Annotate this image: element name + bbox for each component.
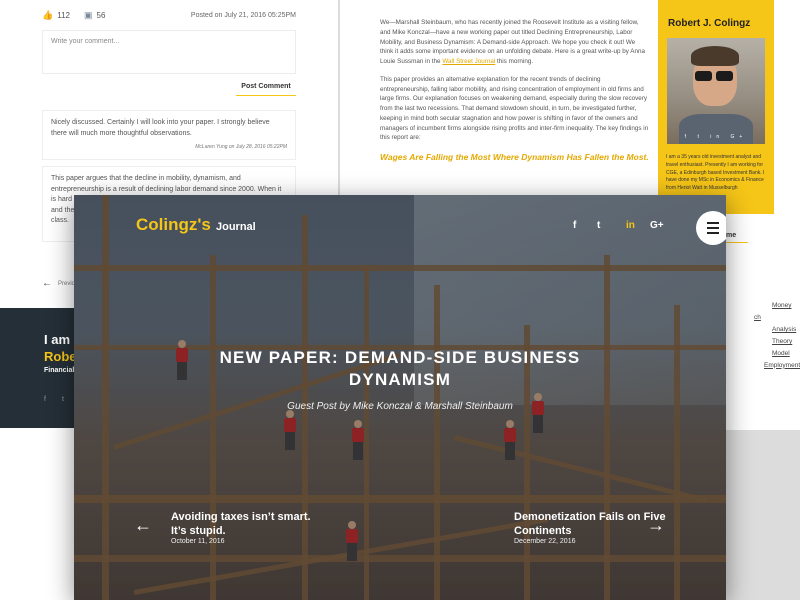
menu-button[interactable] [696, 211, 726, 245]
profile-social-icons[interactable]: f t in G+ [667, 134, 765, 140]
comment-input[interactable]: Write your comment... [42, 30, 296, 74]
site-logo-sub[interactable]: Journal [216, 221, 256, 233]
prev-title-line: Avoiding taxes isn’t smart. [171, 511, 311, 523]
arrow-left-icon[interactable]: ← [134, 516, 152, 534]
sidebar-heading-underline [726, 242, 748, 243]
next-title-line: Continents [514, 524, 572, 537]
prev-title-line: It’s stupid. [171, 524, 226, 537]
next-post-title[interactable]: Demonetization Fails on Five Continents [514, 511, 666, 539]
author-photo: f t in G+ [667, 38, 765, 144]
sidebar-heading: me [726, 232, 737, 239]
comment-item: Nicely discussed. Certainly I will look … [42, 110, 296, 160]
wsj-link[interactable]: Wall Street Journal [442, 58, 495, 65]
post-title: New Paper: Demand-side Business Dynamism [219, 348, 581, 390]
category-item[interactable]: ch [754, 312, 800, 324]
facebook-icon[interactable]: f [44, 396, 46, 403]
site-logo[interactable]: Colingz's [136, 215, 211, 235]
posted-date: Posted on July 21, 2016 05:25PM [190, 11, 296, 19]
menu-icon [707, 222, 719, 224]
like-count: 112 [57, 10, 70, 20]
footer-iam: I am [44, 332, 71, 347]
linkedin-icon[interactable]: in [626, 220, 635, 231]
paragraph-text: this morning. [495, 58, 534, 65]
arrow-left-icon: ← [42, 278, 52, 289]
twitter-icon[interactable]: t [62, 396, 64, 403]
previous-post-date: October 11, 2016 [171, 538, 225, 545]
twitter-icon[interactable]: t [597, 220, 600, 231]
category-item[interactable]: Theory [772, 336, 800, 348]
post-subtitle: Guest Post by Mike Konczal & Marshall St… [287, 401, 513, 412]
article-paragraph: This paper provides an alternative expla… [380, 75, 649, 142]
category-item[interactable]: Employment [764, 360, 800, 372]
footer-role: Financial [44, 367, 75, 374]
comment-text: Nicely discussed. Certainly I will look … [51, 119, 270, 137]
comment-byline: McLaren Yung on July 28, 2016 05:22PM [195, 144, 287, 150]
article-paragraph: We—Marshall Steinbaum, who has recently … [380, 18, 650, 67]
thumbs-up-icon[interactable]: 👍 [42, 10, 53, 21]
hero-banner: Colingz's Journal f t in G+ New Paper: D… [74, 195, 726, 600]
comment-icon[interactable]: ▣ [84, 10, 93, 21]
next-title-line: Demonetization Fails on Five [514, 511, 666, 523]
category-list: Money ch Analysis Theory Model Employmen… [724, 300, 800, 372]
profile-bio: I am a 35 years old investment analyst a… [666, 154, 765, 191]
next-post-date: December 22, 2016 [514, 538, 576, 545]
post-meta: 👍 112 ▣ 56 Posted on July 21, 2016 05:25… [42, 8, 296, 22]
post-comment-underline [236, 95, 296, 96]
google-plus-icon[interactable]: G+ [650, 220, 664, 231]
category-item[interactable]: Model [772, 348, 800, 360]
article-body: We—Marshall Steinbaum, who has recently … [380, 18, 650, 164]
photo-sunglasses [695, 68, 735, 81]
profile-name: Robert J. Colingz [668, 18, 751, 29]
arrow-right-icon[interactable]: → [647, 516, 665, 534]
previous-post-title[interactable]: Avoiding taxes isn’t smart. It’s stupid. [171, 511, 311, 539]
category-item[interactable]: Analysis [772, 324, 800, 336]
post-comment-button[interactable]: Post Comment [236, 83, 296, 90]
category-item[interactable]: Money [772, 300, 800, 312]
author-profile-card: Robert J. Colingz f t in G+ I am a 35 ye… [658, 0, 774, 214]
article-subheading: Wages Are Falling the Most Where Dynamis… [380, 152, 649, 162]
photo-hair [691, 46, 739, 66]
facebook-icon[interactable]: f [573, 220, 576, 231]
comment-count: 56 [96, 10, 106, 20]
